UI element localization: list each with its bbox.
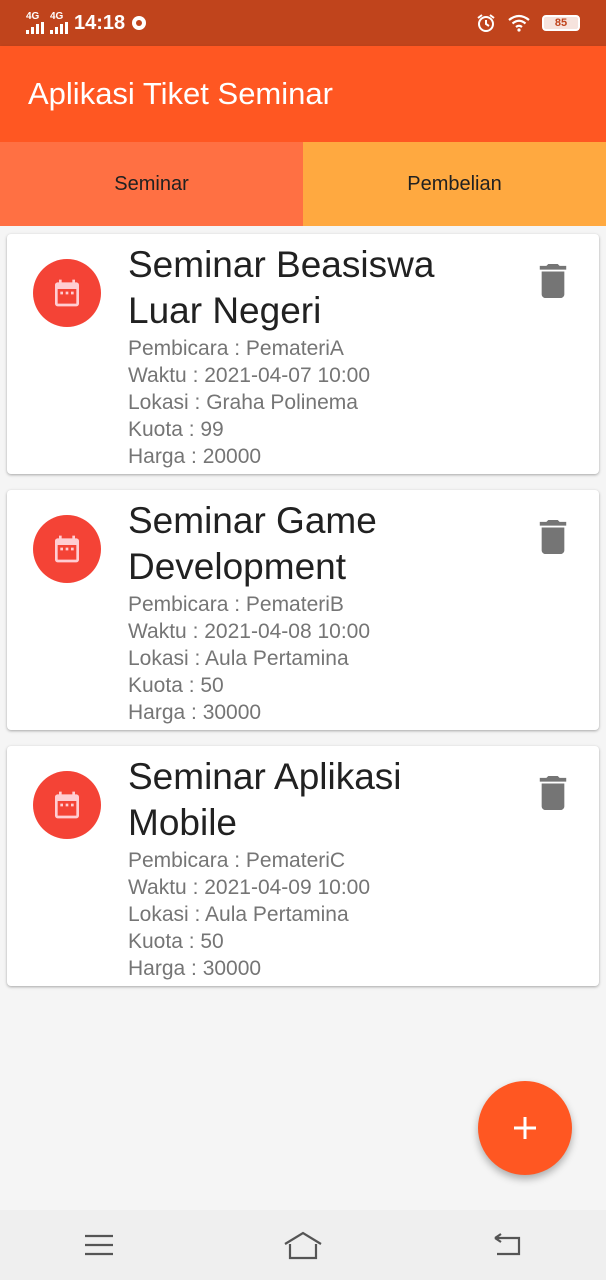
status-bar: 4G 4G 14:18 85 (0, 0, 606, 46)
chrome-icon (132, 16, 147, 30)
seminar-harga: Harga : 30000 (128, 701, 262, 724)
home-icon[interactable] (282, 1230, 324, 1260)
seminar-lokasi: Lokasi : Aula Pertamina (128, 903, 349, 926)
plus-icon (514, 1117, 536, 1139)
tab-pembelian[interactable]: Pembelian (303, 142, 606, 226)
seminar-details: Pembicara : PemateriA Waktu : 2021-04-07… (128, 335, 370, 470)
seminar-title: Seminar Aplikasi Mobile (128, 756, 402, 843)
seminar-kuota: Kuota : 50 (128, 674, 224, 697)
trash-icon[interactable] (539, 264, 567, 298)
tab-seminar-label: Seminar (114, 172, 189, 195)
seminar-kuota: Kuota : 99 (128, 418, 224, 441)
signal-icon: 4G (26, 12, 44, 34)
trash-icon[interactable] (539, 520, 567, 554)
status-time: 14:18 (74, 11, 126, 34)
app-bar: Aplikasi Tiket Seminar (0, 46, 606, 142)
seminar-lokasi: Lokasi : Graha Polinema (128, 391, 358, 414)
network-type-2: 4G (50, 11, 64, 22)
seminar-harga: Harga : 20000 (128, 445, 262, 468)
trash-icon[interactable] (539, 776, 567, 810)
seminar-avatar (33, 515, 101, 583)
calendar-icon (55, 279, 79, 307)
seminar-card[interactable]: Seminar Aplikasi Mobile Pembicara : Pema… (7, 746, 599, 986)
signal-icon: 4G (50, 12, 68, 34)
seminar-title: Seminar Game Development (128, 500, 377, 587)
seminar-pembicara: Pembicara : PemateriA (128, 337, 344, 360)
tab-pembelian-label: Pembelian (407, 172, 502, 195)
seminar-lokasi: Lokasi : Aula Pertamina (128, 647, 349, 670)
seminar-details: Pembicara : PemateriB Waktu : 2021-04-08… (128, 591, 370, 726)
battery-icon: 85 (542, 15, 580, 31)
seminar-avatar (33, 771, 101, 839)
tab-bar: Seminar Pembelian (0, 142, 606, 226)
system-nav-bar (0, 1210, 606, 1280)
seminar-waktu: Waktu : 2021-04-09 10:00 (128, 876, 371, 899)
calendar-icon (55, 791, 79, 819)
calendar-icon (55, 535, 79, 563)
wifi-icon (508, 14, 530, 32)
seminar-card[interactable]: Seminar Beasiswa Luar Negeri Pembicara :… (7, 234, 599, 474)
add-seminar-button[interactable] (478, 1081, 572, 1175)
seminar-list: Seminar Beasiswa Luar Negeri Pembicara :… (7, 234, 599, 1002)
seminar-waktu: Waktu : 2021-04-08 10:00 (128, 620, 371, 643)
seminar-details: Pembicara : PemateriC Waktu : 2021-04-09… (128, 847, 370, 982)
tab-seminar[interactable]: Seminar (0, 142, 303, 226)
page-title: Aplikasi Tiket Seminar (28, 76, 333, 111)
seminar-harga: Harga : 30000 (128, 957, 262, 980)
status-right: 85 (476, 13, 580, 33)
seminar-kuota: Kuota : 50 (128, 930, 224, 953)
seminar-avatar (33, 259, 101, 327)
seminar-card[interactable]: Seminar Game Development Pembicara : Pem… (7, 490, 599, 730)
seminar-waktu: Waktu : 2021-04-07 10:00 (128, 364, 371, 387)
seminar-title: Seminar Beasiswa Luar Negeri (128, 244, 435, 331)
seminar-pembicara: Pembicara : PemateriC (128, 849, 346, 872)
seminar-pembicara: Pembicara : PemateriB (128, 593, 344, 616)
status-left: 4G 4G 14:18 (26, 12, 147, 35)
menu-icon[interactable] (84, 1233, 114, 1257)
alarm-icon (477, 14, 495, 32)
network-type-1: 4G (26, 11, 40, 22)
back-icon[interactable] (492, 1233, 522, 1257)
